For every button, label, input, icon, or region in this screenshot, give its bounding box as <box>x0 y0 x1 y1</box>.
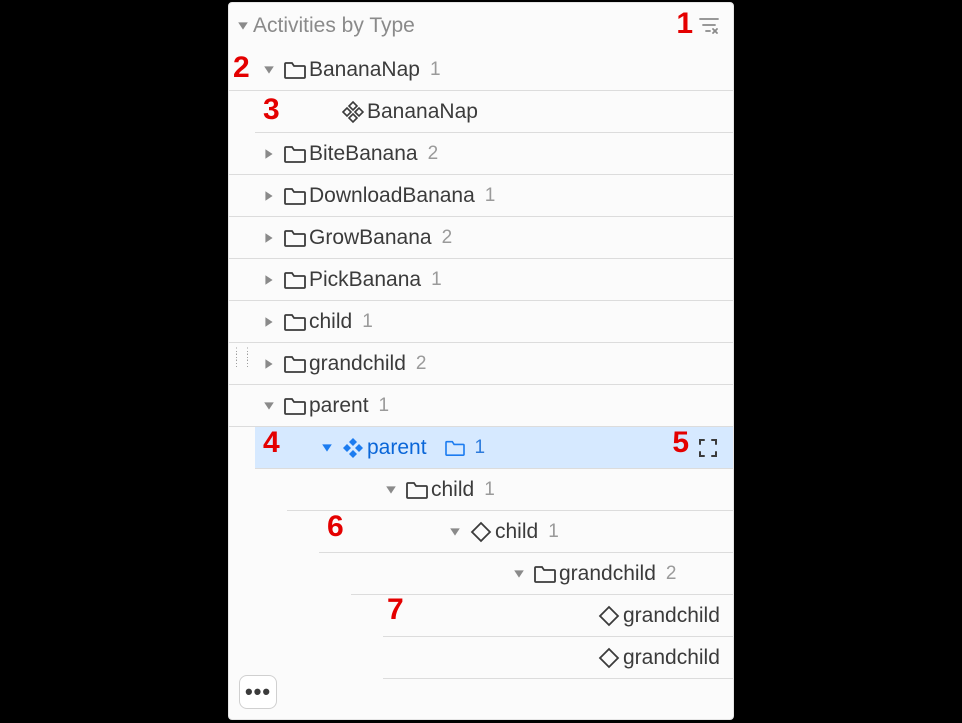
folder-icon <box>281 186 309 206</box>
diamond-icon <box>595 605 623 627</box>
folder-icon <box>531 564 559 584</box>
tree-row[interactable]: DownloadBanana 1 <box>229 175 733 217</box>
chevron-down-icon[interactable] <box>257 400 281 412</box>
panel-header: Activities by Type <box>229 3 733 49</box>
row-count: 1 <box>362 311 373 333</box>
folder-icon <box>281 144 309 164</box>
diamond-icon <box>467 521 495 543</box>
row-label: child <box>431 478 474 502</box>
tree-row[interactable]: child 1 <box>287 469 733 511</box>
row-count: 2 <box>666 563 677 585</box>
folder-icon <box>281 270 309 290</box>
section-disclosure[interactable] <box>233 20 253 32</box>
tree-row[interactable]: GrowBanana 2 <box>229 217 733 259</box>
row-count: 1 <box>548 521 559 543</box>
tree-row[interactable]: child 1 <box>229 301 733 343</box>
more-button[interactable]: ••• <box>239 675 277 709</box>
row-count: 1 <box>379 395 390 417</box>
chevron-down-icon[interactable] <box>379 484 403 496</box>
chevron-down-icon[interactable] <box>507 568 531 580</box>
chevron-right-icon[interactable] <box>257 358 281 370</box>
tree-row[interactable]: child 1 <box>319 511 733 553</box>
row-label: BananaNap <box>367 100 478 124</box>
row-label: child <box>309 310 352 334</box>
tree-row[interactable]: grandchild 2 <box>351 553 733 595</box>
chevron-down-icon[interactable] <box>315 442 339 454</box>
folder-icon <box>403 480 431 500</box>
focus-button[interactable] <box>697 437 719 459</box>
folder-icon <box>281 312 309 332</box>
row-count: 2 <box>442 227 453 249</box>
chevron-right-icon[interactable] <box>257 148 281 160</box>
row-label: PickBanana <box>309 268 421 292</box>
row-count: 1 <box>431 269 442 291</box>
tree-row[interactable]: BiteBanana 2 <box>229 133 733 175</box>
row-label: child <box>495 520 538 544</box>
tree-row-selected[interactable]: parent 1 <box>255 427 733 469</box>
tree-row[interactable]: parent 1 <box>229 385 733 427</box>
folder-icon <box>281 228 309 248</box>
activities-panel: 1 2 3 4 5 6 7 ⋮⋮⋮⋮⋮⋮ Activities by Type … <box>228 2 734 720</box>
row-count: 2 <box>428 143 439 165</box>
row-label: grandchild <box>559 562 656 586</box>
tree-row[interactable]: BananaNap 1 <box>229 49 733 91</box>
tree-row[interactable]: grandchild <box>383 637 733 679</box>
row-label: grandchild <box>309 352 406 376</box>
tree-row[interactable]: BananaNap <box>255 91 733 133</box>
chevron-right-icon[interactable] <box>257 232 281 244</box>
panel-title: Activities by Type <box>253 14 697 38</box>
tree: BananaNap 1 BananaNap BiteBanana 2 Downl… <box>229 49 733 679</box>
chevron-right-icon[interactable] <box>257 274 281 286</box>
chevron-right-icon[interactable] <box>257 190 281 202</box>
chevron-down-icon[interactable] <box>443 526 467 538</box>
row-label: grandchild <box>623 646 720 670</box>
row-label: BananaNap <box>309 58 420 82</box>
row-label: grandchild <box>623 604 720 628</box>
chevron-right-icon[interactable] <box>257 316 281 328</box>
row-count: 1 <box>430 59 441 81</box>
tree-row[interactable]: grandchild 2 <box>229 343 733 385</box>
folder-icon <box>441 439 469 457</box>
row-count: 1 <box>485 185 496 207</box>
folder-icon <box>281 354 309 374</box>
tree-row[interactable]: grandchild <box>383 595 733 637</box>
row-count: 2 <box>416 353 427 375</box>
row-count: 1 <box>484 479 495 501</box>
folder-icon <box>281 60 309 80</box>
row-label: parent <box>367 436 427 460</box>
diamond-icon <box>595 647 623 669</box>
clear-filter-button[interactable] <box>697 14 721 38</box>
folder-icon <box>281 396 309 416</box>
chevron-down-icon[interactable] <box>257 64 281 76</box>
row-label: GrowBanana <box>309 226 432 250</box>
tree-row[interactable]: PickBanana 1 <box>229 259 733 301</box>
row-label: BiteBanana <box>309 142 418 166</box>
row-count: 1 <box>475 437 486 459</box>
row-label: DownloadBanana <box>309 184 475 208</box>
diamond-group-icon <box>339 436 367 460</box>
diamond-group-icon <box>339 100 367 124</box>
row-label: parent <box>309 394 369 418</box>
